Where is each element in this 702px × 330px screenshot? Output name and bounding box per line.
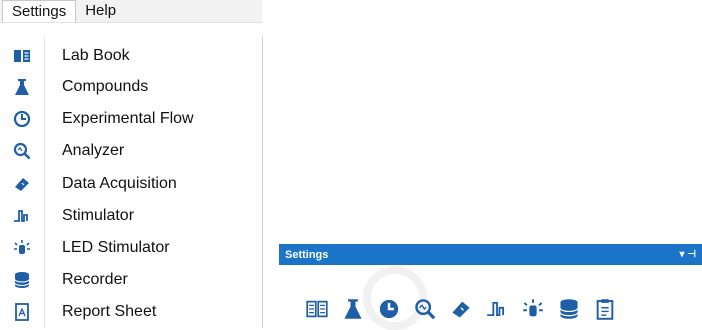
menu-item-data-acquisition[interactable]: Data Acquisition [0, 169, 262, 199]
menu-item-stimulator[interactable]: Stimulator [0, 201, 262, 231]
menu-item-label: Stimulator [62, 207, 135, 224]
menu-settings[interactable]: Settings [2, 0, 77, 22]
menu-item-label: LED Stimulator [62, 239, 170, 256]
database-icon [559, 299, 579, 319]
probe-icon [0, 175, 44, 193]
menu-item-label: Recorder [62, 271, 128, 288]
flask-icon [344, 299, 362, 319]
menu-item-lab-book[interactable]: Lab Book [0, 41, 262, 71]
book-icon [0, 48, 44, 64]
panel-titlebar: Settings ▾ ⊣ [279, 244, 702, 265]
probe-icon [452, 301, 470, 318]
panel-controls[interactable]: ▾ ⊣ [679, 249, 696, 260]
book-icon [306, 300, 328, 318]
toolbar-lab-book-button[interactable] [305, 296, 329, 322]
toolbar-stimulator-button[interactable] [485, 296, 509, 322]
menu-item-label: Compounds [62, 78, 149, 95]
settings-toolbar [305, 296, 617, 322]
toolbar-report-sheet-button[interactable] [593, 296, 617, 322]
led-icon [523, 299, 543, 317]
toolbar-compounds-button[interactable] [341, 296, 365, 322]
pulse-icon [0, 207, 44, 225]
settings-panel: Settings ▾ ⊣ [279, 244, 702, 330]
settings-dropdown: Lab Book Compounds Experimental Flow Ana… [0, 36, 263, 328]
menu-bar: Settings Help [0, 0, 262, 23]
clock-icon [379, 299, 399, 319]
menu-item-label: Report Sheet [62, 303, 157, 320]
menu-item-label: Data Acquisition [62, 175, 177, 192]
clipboard-icon [596, 299, 614, 320]
toolbar-led-stimulator-button[interactable] [521, 296, 545, 322]
menu-item-label: Analyzer [62, 142, 125, 159]
toolbar-data-acquisition-button[interactable] [449, 296, 473, 322]
menu-item-label: Lab Book [62, 47, 130, 64]
flask-icon [0, 78, 44, 96]
menu-help[interactable]: Help [76, 0, 125, 22]
menu-item-analyzer[interactable]: Analyzer [0, 136, 262, 166]
toolbar-analyzer-button[interactable] [413, 296, 437, 322]
menu-item-report-sheet[interactable]: Report Sheet [0, 297, 262, 327]
menu-item-compounds[interactable]: Compounds [0, 72, 262, 102]
menu-item-experimental-flow[interactable]: Experimental Flow [0, 104, 262, 134]
magnifier-icon [415, 299, 436, 320]
toolbar-recorder-button[interactable] [557, 296, 581, 322]
menu-item-label: Experimental Flow [62, 110, 194, 127]
database-icon [0, 271, 44, 289]
magnifier-icon [0, 142, 44, 160]
report-icon [0, 303, 44, 321]
clock-icon [0, 110, 44, 128]
menu-item-led-stimulator[interactable]: LED Stimulator [0, 233, 262, 263]
led-icon [0, 239, 44, 257]
panel-title: Settings [285, 248, 329, 261]
toolbar-experimental-flow-button[interactable] [377, 296, 401, 322]
pulse-icon [487, 301, 505, 317]
menu-item-recorder[interactable]: Recorder [0, 265, 262, 295]
